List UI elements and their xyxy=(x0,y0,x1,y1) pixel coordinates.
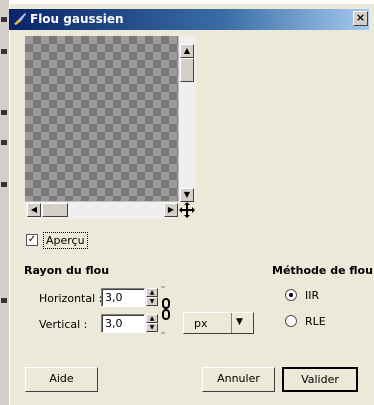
vertical-label: Vertical : xyxy=(39,318,88,331)
chain-link-icon[interactable] xyxy=(159,285,173,335)
scroll-down-button[interactable]: ▼ xyxy=(180,188,194,202)
horizontal-scroll-thumb[interactable] xyxy=(42,203,68,217)
preview-canvas[interactable] xyxy=(25,36,178,201)
spin-up-icon[interactable]: ▲ xyxy=(146,288,158,297)
brush-icon xyxy=(14,13,26,25)
radio-rle[interactable] xyxy=(285,315,297,327)
dialog-title: Flou gaussien xyxy=(30,12,124,26)
vertical-scroll-thumb[interactable] xyxy=(180,58,194,82)
vertical-radius-input[interactable]: 3,0 xyxy=(101,314,145,333)
vertical-spinner[interactable]: ▲ ▼ xyxy=(146,314,158,333)
divider xyxy=(231,313,232,333)
spin-down-icon[interactable]: ▼ xyxy=(146,297,158,306)
move-icon[interactable] xyxy=(178,201,196,219)
radio-rle-label[interactable]: RLE xyxy=(305,315,326,328)
background-window-edge xyxy=(0,0,9,405)
background-icon xyxy=(1,298,7,303)
preview-checkbox[interactable]: ✓ xyxy=(26,234,38,246)
spin-down-icon[interactable]: ▼ xyxy=(146,323,158,332)
background-icon xyxy=(1,110,7,115)
radio-iir[interactable] xyxy=(285,289,297,301)
background-icon xyxy=(1,49,7,54)
background-icon xyxy=(1,140,7,145)
unit-select-value: px xyxy=(194,317,208,330)
horizontal-label: Horizontal : xyxy=(39,292,103,305)
background-icon xyxy=(1,182,7,187)
close-button[interactable]: × xyxy=(353,11,368,26)
background-icon xyxy=(1,17,7,22)
spin-up-icon[interactable]: ▲ xyxy=(146,314,158,323)
preview-checkbox-label[interactable]: Aperçu xyxy=(43,232,88,249)
cancel-button[interactable]: Annuler xyxy=(202,367,275,392)
ok-button[interactable]: Valider xyxy=(282,367,358,392)
blur-radius-heading: Rayon du flou xyxy=(24,264,110,277)
horizontal-spinner[interactable]: ▲ ▼ xyxy=(146,288,158,307)
scroll-left-button[interactable]: ◀ xyxy=(27,203,41,217)
scroll-right-button[interactable]: ▶ xyxy=(164,203,178,217)
scroll-up-button[interactable]: ▲ xyxy=(180,44,194,58)
horizontal-radius-input[interactable]: 3,0 xyxy=(101,288,145,307)
help-button[interactable]: Aide xyxy=(25,367,98,392)
unit-select[interactable]: px ▼ xyxy=(183,312,254,334)
blur-method-heading: Méthode de flou xyxy=(272,264,373,277)
chevron-down-icon[interactable]: ▼ xyxy=(236,317,243,327)
radio-iir-label[interactable]: IIR xyxy=(305,289,319,302)
